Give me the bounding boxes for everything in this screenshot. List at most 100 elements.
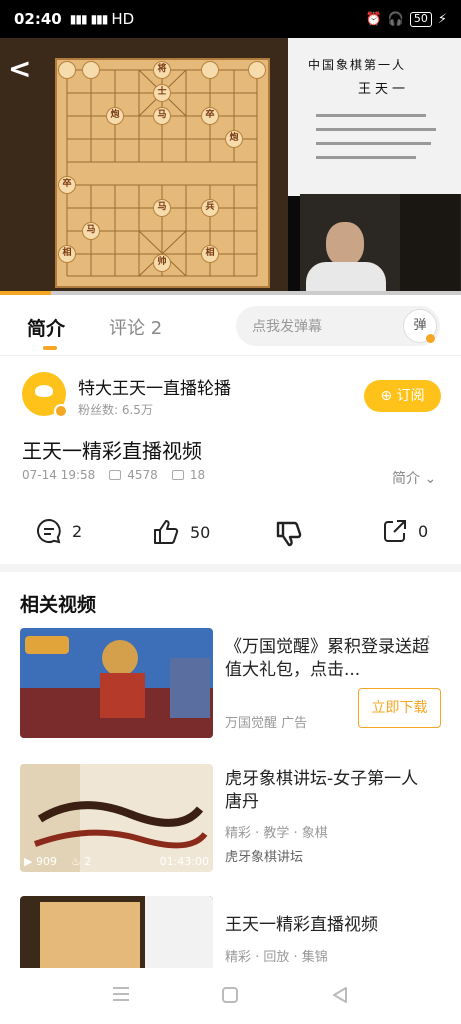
related-item[interactable]: ▶ 909 ♨ 2 01:43:00 虎牙象棋讲坛-女子第一人唐丹 精彩 · 教… bbox=[0, 764, 461, 884]
chess-piece: 士 bbox=[153, 84, 171, 102]
share-action[interactable]: 0 bbox=[382, 518, 428, 544]
dislike-action[interactable] bbox=[275, 520, 303, 548]
poster-text-line bbox=[316, 142, 431, 145]
intro-label: 简介 bbox=[392, 471, 420, 487]
chess-board: 将 士 炮 马 卒 炮 卒 马 兵 马 相 相 帅 bbox=[55, 58, 270, 288]
comment-count: 2 bbox=[72, 521, 83, 541]
channel-row[interactable]: 特大王天一直播轮播 粉丝数: 6.5万 ⊕ 订阅 bbox=[0, 360, 461, 430]
thumbs-down-icon bbox=[276, 521, 302, 547]
channel-avatar[interactable] bbox=[22, 372, 68, 418]
section-divider bbox=[0, 564, 461, 572]
channel-name[interactable]: 特大王天一直播轮播 bbox=[78, 374, 231, 399]
comment-action[interactable]: 2 bbox=[36, 518, 82, 544]
battery-icon: 50 bbox=[409, 11, 432, 27]
video-thumbnail-art bbox=[20, 896, 213, 968]
share-icon bbox=[384, 520, 406, 542]
chess-piece: 炮 bbox=[225, 130, 243, 148]
related-video-tags: 精彩 · 回放 · 集锦 bbox=[225, 950, 328, 965]
related-video-author[interactable]: 虎牙象棋讲坛 bbox=[225, 846, 303, 865]
thumb-like-count: ♨ 2 bbox=[70, 855, 92, 868]
chess-piece bbox=[201, 61, 219, 79]
chess-piece: 马 bbox=[153, 107, 171, 125]
chess-piece: 马 bbox=[153, 199, 171, 217]
ad-thumbnail[interactable] bbox=[20, 628, 213, 738]
thumb-like-count-value: 2 bbox=[84, 855, 92, 868]
video-date: 07-14 19:58 bbox=[22, 468, 96, 482]
back-arrow-icon[interactable]: < bbox=[8, 52, 31, 85]
chess-piece: 卒 bbox=[201, 107, 219, 125]
status-time: 02:40 bbox=[14, 10, 62, 28]
chess-piece: 卒 bbox=[58, 176, 76, 194]
danmaku-count: 18 bbox=[189, 468, 206, 482]
ad-title[interactable]: 《万国觉醒》累积登录送超值大礼包，点击... bbox=[225, 636, 435, 682]
chess-piece bbox=[248, 61, 266, 79]
webcam-feed bbox=[300, 194, 461, 293]
alarm-icon: ⏰ bbox=[365, 11, 382, 27]
menu-icon[interactable] bbox=[112, 986, 130, 1002]
subscribe-button[interactable]: ⊕ 订阅 bbox=[364, 380, 441, 412]
subscribe-label: 订阅 bbox=[396, 388, 425, 404]
poster-name: 王天一 bbox=[358, 82, 410, 97]
chess-piece: 相 bbox=[201, 245, 219, 263]
tab-comments[interactable]: 评论 2 bbox=[109, 314, 162, 340]
chess-piece bbox=[58, 61, 76, 79]
charging-icon: ⚡ bbox=[437, 11, 447, 27]
tab-intro[interactable]: 简介 bbox=[27, 314, 65, 341]
ad-author: 万国觉醒 bbox=[225, 716, 278, 731]
poster-text-line bbox=[316, 128, 436, 131]
video-player[interactable]: 将 士 炮 马 卒 炮 卒 马 兵 马 相 相 帅 < 中国象棋第一人 王天一 bbox=[0, 38, 461, 293]
video-thumbnail[interactable] bbox=[20, 896, 213, 968]
chess-piece bbox=[82, 61, 100, 79]
related-item-ad[interactable]: 《万国觉醒》累积登录送超值大礼包，点击... · · · 万国觉醒 广告 立即下载 bbox=[0, 628, 461, 748]
danmaku-count-icon bbox=[171, 470, 184, 480]
intro-toggle[interactable]: 简介 ⌄ bbox=[392, 468, 436, 488]
channel-fans: 粉丝数: 6.5万 bbox=[78, 403, 153, 417]
play-count-icon bbox=[109, 470, 122, 480]
back-icon[interactable] bbox=[331, 986, 349, 1004]
poster-text-line bbox=[316, 114, 426, 117]
download-button[interactable]: 立即下载 bbox=[358, 688, 441, 728]
related-item[interactable]: 王天一精彩直播视频 精彩 · 回放 · 集锦 bbox=[0, 896, 461, 968]
video-progress-fill bbox=[0, 291, 51, 295]
chess-piece: 帅 bbox=[153, 254, 171, 272]
video-title: 王天一精彩直播视频 bbox=[22, 439, 202, 463]
video-thumbnail[interactable]: ▶ 909 ♨ 2 01:43:00 bbox=[20, 764, 213, 872]
related-title: 相关视频 bbox=[20, 594, 97, 616]
chess-piece: 将 bbox=[153, 61, 171, 79]
network-label: HD bbox=[111, 10, 135, 28]
active-tab-indicator bbox=[43, 346, 57, 350]
danmu-button-label: 弹 bbox=[413, 318, 427, 333]
danmu-input[interactable]: 点我发弹幕 弹 bbox=[236, 306, 440, 346]
ad-thumbnail-art bbox=[20, 628, 213, 738]
comment-icon bbox=[37, 518, 61, 544]
content-tabs: 简介 评论 2 点我发弹幕 弹 bbox=[0, 296, 461, 356]
chess-piece: 兵 bbox=[201, 199, 219, 217]
ad-tag: 广告 bbox=[281, 716, 308, 731]
streamer-face bbox=[326, 222, 364, 266]
like-count: 50 bbox=[190, 522, 211, 542]
verified-badge-icon bbox=[54, 404, 68, 418]
related-video-title[interactable]: 虎牙象棋讲坛-女子第一人唐丹 bbox=[225, 768, 435, 814]
chess-piece: 马 bbox=[82, 222, 100, 240]
ad-source: 万国觉醒 广告 bbox=[225, 712, 307, 731]
video-progress-bar[interactable] bbox=[0, 291, 461, 295]
headphone-icon: 🎧 bbox=[387, 11, 404, 27]
share-count: 0 bbox=[418, 521, 429, 541]
tab-comments-label: 评论 bbox=[109, 318, 145, 339]
more-options-icon[interactable]: · · · bbox=[426, 629, 431, 657]
play-count: 4578 bbox=[127, 468, 158, 482]
streamer-body bbox=[306, 262, 386, 293]
chess-piece: 相 bbox=[58, 245, 76, 263]
poster-text-line bbox=[316, 156, 416, 159]
thumb-play-count: ▶ 909 bbox=[24, 855, 57, 868]
related-video-title[interactable]: 王天一精彩直播视频 bbox=[225, 914, 435, 937]
home-icon[interactable] bbox=[221, 986, 239, 1004]
like-action[interactable]: 50 bbox=[152, 518, 210, 546]
poster-title: 中国象棋第一人 bbox=[308, 58, 407, 72]
status-bar: 02:40 ▮▮▮ ▮▮▮ HD ⏰ 🎧 50 ⚡ bbox=[0, 0, 461, 38]
danmu-status-dot bbox=[426, 334, 435, 343]
system-nav-bar bbox=[0, 968, 461, 1024]
thumbs-up-icon bbox=[154, 520, 179, 544]
action-bar: 2 50 0 bbox=[0, 510, 461, 560]
room-background bbox=[400, 194, 460, 293]
